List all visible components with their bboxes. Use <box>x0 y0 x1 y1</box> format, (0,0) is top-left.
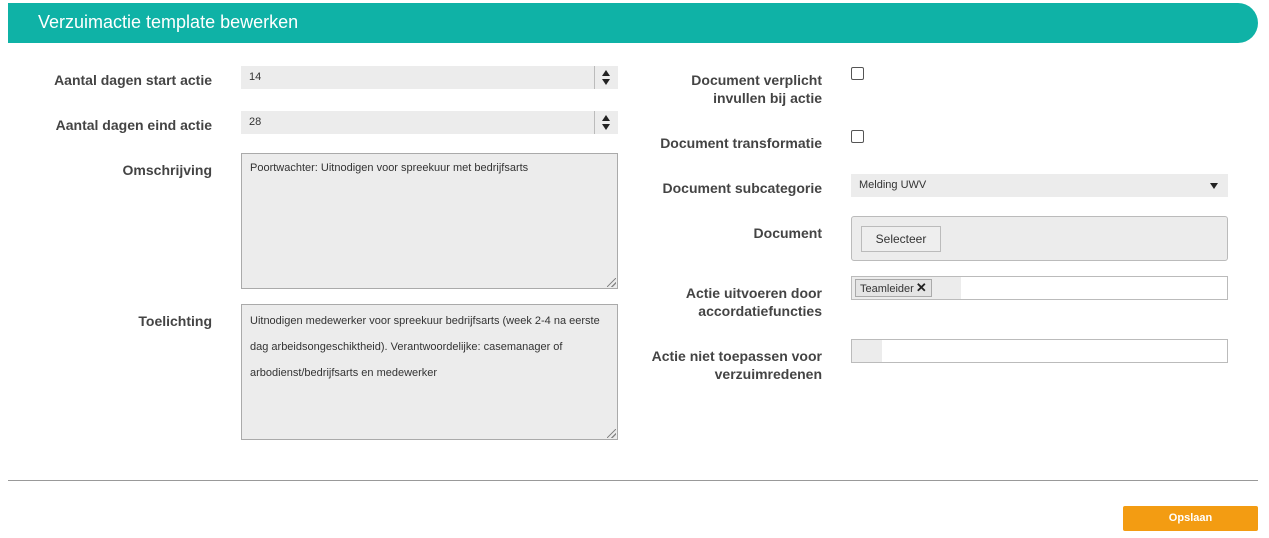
start-days-spinner[interactable] <box>594 66 618 89</box>
end-days-spinner[interactable] <box>594 111 618 134</box>
exclude-label-line1: Actie niet toepassen voor <box>651 348 822 364</box>
doc-transform-checkbox[interactable] <box>851 130 864 143</box>
doc-required-label: Document verplicht invullen bij actie <box>630 71 822 107</box>
start-days-value: 14 <box>249 71 262 83</box>
spinner-down-icon[interactable] <box>602 79 610 85</box>
explanation-label: Toelichting <box>138 313 212 329</box>
exclude-label-line2: verzuimredenen <box>714 366 822 382</box>
exclude-multiselect[interactable] <box>851 339 1228 363</box>
executor-multiselect[interactable]: Teamleider ✕ <box>851 276 1228 300</box>
doc-transform-label: Document transformatie <box>660 135 822 151</box>
executor-label: Actie uitvoeren door accordatiefuncties <box>630 284 822 320</box>
explanation-textarea[interactable]: Uitnodigen medewerker voor spreekuur bed… <box>241 304 618 440</box>
doc-required-checkbox[interactable] <box>851 67 864 80</box>
spinner-up-icon[interactable] <box>602 70 610 76</box>
exclude-tag-area <box>852 340 882 362</box>
subcategory-value: Melding UWV <box>859 179 927 191</box>
exclude-label: Actie niet toepassen voor verzuimredenen <box>630 347 822 383</box>
resize-grip-icon[interactable] <box>607 278 616 287</box>
end-days-label: Aantal dagen eind actie <box>55 117 212 133</box>
executor-label-line1: Actie uitvoeren door <box>685 285 822 301</box>
start-days-label: Aantal dagen start actie <box>54 72 212 88</box>
executor-label-line2: accordatiefuncties <box>698 303 822 319</box>
doc-required-label-line1: Document verplicht <box>691 72 822 88</box>
executor-tag-label: Teamleider <box>860 283 914 295</box>
description-text: Poortwachter: Uitnodigen voor spreekuur … <box>250 162 529 174</box>
chevron-down-icon[interactable] <box>1210 183 1218 189</box>
page-title: Verzuimactie template bewerken <box>38 12 299 32</box>
end-days-input[interactable]: 28 <box>241 111 618 134</box>
save-button[interactable]: Opslaan <box>1123 506 1258 531</box>
spinner-down-icon[interactable] <box>602 124 610 130</box>
description-label: Omschrijving <box>122 162 212 178</box>
description-textarea[interactable]: Poortwachter: Uitnodigen voor spreekuur … <box>241 153 618 289</box>
resize-grip-icon[interactable] <box>607 429 616 438</box>
end-days-value: 28 <box>249 116 262 128</box>
start-days-input[interactable]: 14 <box>241 66 618 89</box>
document-label: Document <box>753 225 822 241</box>
executor-tag: Teamleider ✕ <box>855 279 932 297</box>
header-bar: Verzuimactie template bewerken <box>8 3 1258 43</box>
explanation-text: Uitnodigen medewerker voor spreekuur bed… <box>250 315 600 379</box>
remove-tag-icon[interactable]: ✕ <box>916 280 927 295</box>
select-document-button[interactable]: Selecteer <box>861 226 941 252</box>
spinner-up-icon[interactable] <box>602 115 610 121</box>
doc-required-label-line2: invullen bij actie <box>713 90 822 106</box>
subcategory-label: Document subcategorie <box>662 180 822 196</box>
document-picker: Selecteer <box>851 216 1228 261</box>
divider <box>8 480 1258 481</box>
subcategory-select[interactable]: Melding UWV <box>851 174 1228 197</box>
